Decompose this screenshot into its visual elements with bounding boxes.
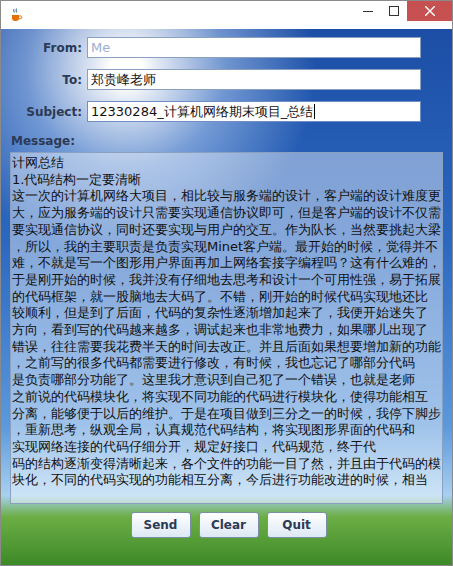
message-line: 码的结构逐渐变得清晰起来，各个文件的功能一目了然，并且由于代码的模: [12, 456, 441, 473]
text-caret: [314, 104, 315, 119]
message-textarea[interactable]: 计网总结1.代码结构一定要清晰这一次的计算机网络大项目，相比较与服务端的设计，客…: [10, 152, 443, 504]
message-label: Message:: [11, 134, 443, 148]
text-field[interactable]: 12330284_计算机网络期末项目_总结: [87, 101, 421, 122]
field-value: 12330284_计算机网络期末项目_总结: [91, 103, 313, 121]
action-button[interactable]: Send: [131, 512, 191, 538]
action-button[interactable]: Clear: [199, 512, 259, 538]
message-line: 块化，不同的代码实现的功能相互分离，今后进行功能改进的时候，相当: [12, 472, 441, 489]
field-value: 郑贵峰老师: [91, 71, 156, 89]
maximize-button[interactable]: [381, 1, 407, 21]
message-line: 计网总结: [12, 155, 441, 172]
field-row: Subject: 12330284_计算机网络期末项目_总结: [10, 101, 443, 122]
header-fields: From: Me To: 郑贵峰老师 Subject: 12330284_计算机…: [10, 37, 443, 122]
text-field[interactable]: 郑贵峰老师: [87, 69, 421, 90]
field-row: To: 郑贵峰老师: [10, 69, 443, 90]
action-button[interactable]: Quit: [267, 512, 327, 538]
message-line: 于是刚开始的时候，我并没有仔细地去思考和设计一个可用性强，易于拓展: [12, 272, 441, 289]
message-line: 之前说的代码模块化，将实现不同功能的代码进行模块化，使得功能相互: [12, 389, 441, 406]
message-line: 难，不就是写一个图形用户界面再加上网络套接字编程吗？这有什么难的，: [12, 255, 441, 272]
message-line: 错误，往往需要我花费半天的时间去改正。并且后面如果想要增加新的功能: [12, 339, 441, 356]
message-line: 1.代码结构一定要清晰: [12, 172, 441, 189]
message-line: 的代码框架，就一股脑地去大码了。不错，刚开始的时候代码实现地还比: [12, 289, 441, 306]
field-row: From: Me: [10, 37, 443, 58]
message-line: ，重新思考，纵观全局，认真规范代码结构，将实现图形界面的代码和: [12, 422, 441, 439]
minimize-button[interactable]: [355, 1, 381, 21]
message-line: 大，应为服务端的设计只需要实现通信协议即可，但是客户端的设计不仅需: [12, 205, 441, 222]
message-line: 这一次的计算机网络大项目，相比较与服务端的设计，客户端的设计难度更: [12, 188, 441, 205]
text-field[interactable]: Me: [87, 37, 421, 58]
content-pane: From: Me To: 郑贵峰老师 Subject: 12330284_计算机…: [1, 29, 452, 565]
message-line: 较顺利，但是到了后面，代码的复杂性逐渐增加起来了，我便开始迷失了: [12, 305, 441, 322]
close-icon: [425, 6, 435, 16]
field-label: From:: [10, 41, 87, 55]
maximize-icon: [389, 6, 399, 16]
message-line: 分离，能够便于以后的维护。于是在项目做到三分之一的时候，我停下脚步: [12, 406, 441, 423]
message-line: ，所以，我的主要职责是负责实现Minet客户端。最开始的时候，觉得并不: [12, 239, 441, 256]
minimize-icon: [363, 6, 373, 16]
message-line: 方向，看到写的代码越来越多，调试起来也非常地费力，如果哪儿出现了: [12, 322, 441, 339]
close-button[interactable]: [407, 1, 452, 21]
message-line: ，之前写的很多代码都需要进行修改，有时候，我也忘记了哪部分代码: [12, 355, 441, 372]
message-line: 要实现通信协议，同时还要实现与用户的交互。作为队长，当然要挑起大梁: [12, 222, 441, 239]
button-bar: Send Clear Quit: [10, 504, 443, 538]
java-cup-icon: [8, 7, 24, 23]
title-bar: [1, 1, 452, 29]
message-line: 是负责哪部分功能了。这里我才意识到自己犯了一个错误，也就是老师: [12, 372, 441, 389]
field-label: To:: [10, 73, 87, 87]
field-label: Subject:: [10, 105, 87, 119]
mail-window: From: Me To: 郑贵峰老师 Subject: 12330284_计算机…: [0, 0, 453, 566]
field-value: Me: [91, 40, 110, 55]
message-line: 实现网络连接的代码仔细分开，规定好接口，代码规范，终于代: [12, 439, 441, 456]
